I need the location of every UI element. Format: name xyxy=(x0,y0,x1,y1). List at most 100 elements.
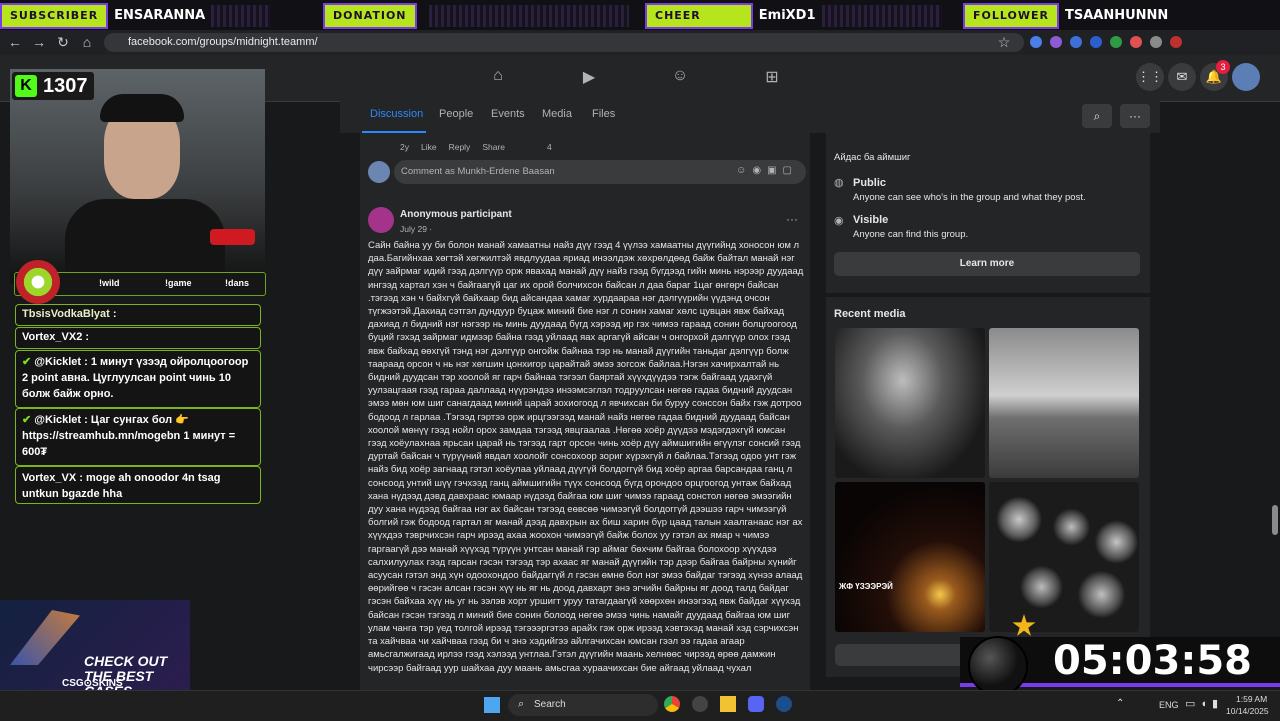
public-desc: Anyone can see who's in the group and wh… xyxy=(853,192,1086,203)
visible-desc: Anyone can find this group. xyxy=(853,229,969,240)
extension-icon[interactable] xyxy=(1130,36,1142,48)
alert-stripes xyxy=(428,5,629,27)
extension-icon[interactable] xyxy=(1070,36,1082,48)
globe-icon: ◍ xyxy=(834,177,844,189)
extension-icon[interactable] xyxy=(1050,36,1062,48)
chat-message: TbsisVodkaBlyat : xyxy=(15,304,261,326)
taskbar-search-label: Search xyxy=(534,699,566,710)
windows-start-icon[interactable] xyxy=(484,697,500,713)
post-date[interactable]: July 29 · xyxy=(400,224,432,234)
app-icon[interactable] xyxy=(692,696,708,712)
share-link[interactable]: Share xyxy=(482,142,505,152)
tray-icons[interactable]: ▭◖▮ xyxy=(1185,697,1223,710)
about-description: Айдас ба аймшиг xyxy=(834,152,911,163)
alert-label: CHEER xyxy=(645,3,753,29)
messenger-icon[interactable]: ✉ xyxy=(1168,63,1196,91)
alert-donation: DONATION xyxy=(323,3,629,29)
search-icon: ⌕ xyxy=(518,698,525,710)
steam-icon[interactable] xyxy=(776,696,792,712)
kick-count: 1307 xyxy=(43,74,88,97)
chat-command: !wild xyxy=(99,278,120,288)
comment-actions: 2y Like Reply Share 4 xyxy=(400,142,552,152)
verified-icon: ✔ xyxy=(22,356,32,368)
streamer-hair xyxy=(100,94,184,122)
media-thumbnail[interactable]: ЖФ ҮЗЭЭРЭЙ xyxy=(835,482,985,632)
chrome-icon[interactable] xyxy=(664,696,680,712)
learn-more-button[interactable]: Learn more xyxy=(834,252,1140,276)
tray-chevron-icon[interactable]: ⌃ xyxy=(1116,698,1124,709)
chat-message: Vortex_VX2 : xyxy=(15,327,261,349)
home-nav-icon[interactable]: ⌂ xyxy=(486,67,510,87)
discord-icon[interactable] xyxy=(748,696,764,712)
forward-icon[interactable]: → xyxy=(30,33,48,51)
chat-message: ✔ @Kicklet : Цаг сунгах бол 👉 https://st… xyxy=(15,408,261,466)
chat-user: @Kicklet xyxy=(34,356,82,368)
clock-date[interactable]: 10/14/2025 xyxy=(1226,706,1269,716)
comment-input[interactable]: Comment as Munkh-Erdene Baasan ☺◉▣▢ xyxy=(394,160,806,184)
media-caption: ЖФ ҮЗЭЭРЭЙ xyxy=(839,582,893,591)
alert-cheer: CHEER EmiXD1 xyxy=(645,3,942,29)
avatar[interactable] xyxy=(1232,63,1260,91)
menu-grid-icon[interactable]: ⋮⋮ xyxy=(1136,63,1164,91)
post-menu-icon[interactable]: ··· xyxy=(786,212,798,226)
alert-stripes xyxy=(821,5,942,27)
media-thumbnail[interactable] xyxy=(835,328,985,478)
groups-nav-icon[interactable]: ☺ xyxy=(668,67,692,87)
post-author[interactable]: Anonymous participant xyxy=(400,209,512,220)
chat-message: ✔ @Kicklet : 1 минут үзээд ойролцоогоор … xyxy=(15,350,261,408)
like-link[interactable]: Like xyxy=(421,142,437,152)
public-title: Public xyxy=(853,177,887,189)
extension-icon[interactable] xyxy=(1110,36,1122,48)
tab-people[interactable]: People xyxy=(439,108,473,120)
extension-icons xyxy=(1030,36,1250,48)
alert-name: ENSARANNA xyxy=(114,8,206,23)
alert-stripes xyxy=(211,5,272,27)
reload-icon[interactable]: ↻ xyxy=(54,33,72,51)
taskbar-search[interactable]: ⌕ Search xyxy=(508,694,658,716)
media-thumbnail[interactable] xyxy=(989,482,1139,632)
chat-user: @Kicklet xyxy=(34,414,82,426)
extension-icon[interactable] xyxy=(1090,36,1102,48)
tab-files[interactable]: Files xyxy=(592,108,615,120)
chat-user: Vortex_VX xyxy=(22,472,77,484)
clock-time[interactable]: 1:59 AM xyxy=(1236,694,1267,704)
stream-timer: 05:03:58 xyxy=(1053,638,1252,684)
stream-alert-bar: SUBSCRIBER ENSARANNA DONATION CHEER EmiX… xyxy=(0,0,1280,30)
visible-title: Visible xyxy=(853,214,889,226)
eyeball-mascot xyxy=(16,260,60,304)
more-options-icon[interactable]: ··· xyxy=(1120,104,1150,128)
webcam-feed xyxy=(10,69,265,284)
extension-icon[interactable] xyxy=(1030,36,1042,48)
comment-time: 2y xyxy=(400,142,409,152)
media-thumbnail[interactable] xyxy=(989,328,1139,478)
eye-icon: ◉ xyxy=(834,215,844,227)
extension-icon[interactable] xyxy=(1150,36,1162,48)
file-explorer-icon[interactable] xyxy=(720,696,736,712)
chat-command: !game xyxy=(165,278,192,288)
home-icon[interactable]: ⌂ xyxy=(78,33,96,51)
notification-badge: 3 xyxy=(1216,60,1230,74)
gaming-nav-icon[interactable]: ⊞ xyxy=(760,67,784,87)
alert-label: DONATION xyxy=(323,3,417,29)
tab-media[interactable]: Media xyxy=(542,108,572,120)
tab-discussion[interactable]: Discussion xyxy=(370,108,423,120)
address-bar[interactable]: facebook.com/groups/midnight.teamm/ xyxy=(104,33,1024,52)
tab-events[interactable]: Events xyxy=(491,108,525,120)
bookmark-star-icon[interactable]: ☆ xyxy=(995,33,1013,51)
search-icon[interactable]: ⌕ xyxy=(1082,104,1112,128)
back-icon[interactable]: ← xyxy=(6,33,24,51)
bomb-icon xyxy=(968,636,1028,696)
taskbar-apps xyxy=(664,696,794,712)
recent-media-title: Recent media xyxy=(834,308,906,320)
page-scrollbar[interactable] xyxy=(1272,505,1278,535)
ad-brand-label: CSG⊙SKINS xyxy=(62,678,123,689)
verified-icon: ✔ xyxy=(22,414,32,426)
language-indicator[interactable]: ENG xyxy=(1159,700,1179,710)
profile-icon[interactable] xyxy=(1170,36,1182,48)
alert-name xyxy=(417,5,429,27)
reply-link[interactable]: Reply xyxy=(449,142,471,152)
kick-logo-icon: K xyxy=(15,75,37,97)
comment-tools-icon[interactable]: ☺◉▣▢ xyxy=(736,165,798,176)
chat-user: Vortex_VX2 xyxy=(22,331,83,343)
video-nav-icon[interactable]: ▶ xyxy=(577,67,601,87)
